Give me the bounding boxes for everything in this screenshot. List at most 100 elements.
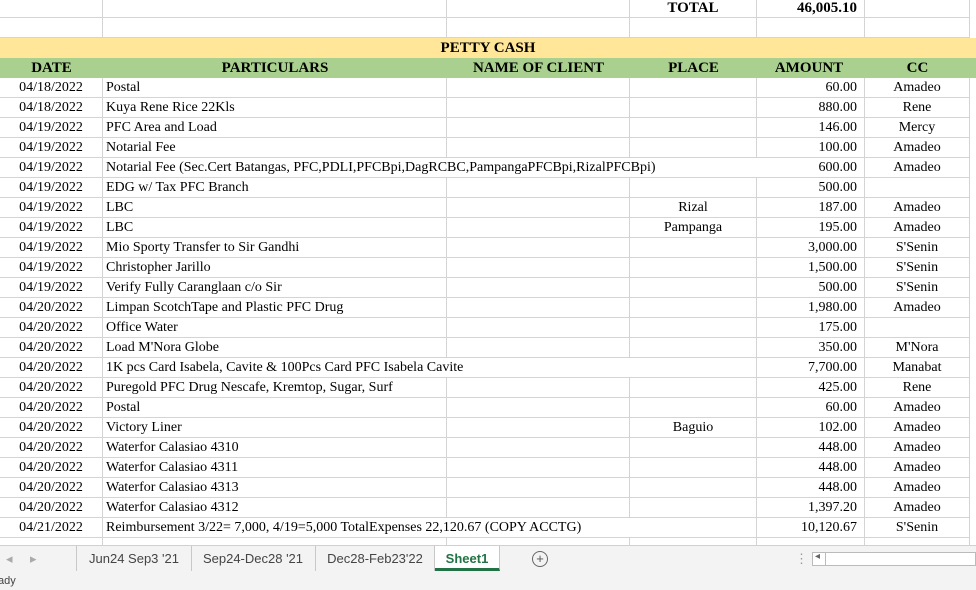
- cell-date[interactable]: 04/20/2022: [0, 458, 103, 478]
- cell-name-of-client[interactable]: [447, 258, 630, 278]
- cell-cc[interactable]: Mercy: [865, 118, 970, 138]
- cell-cc[interactable]: Rene: [865, 378, 970, 398]
- cell-cc[interactable]: [865, 318, 970, 338]
- petty-cash-title[interactable]: PETTY CASH: [0, 38, 976, 58]
- cell-place[interactable]: [630, 78, 757, 98]
- cell-amount[interactable]: 7,700.00: [757, 358, 865, 378]
- cell-name-of-client[interactable]: [447, 118, 630, 138]
- cell-place[interactable]: [630, 118, 757, 138]
- cell-particulars[interactable]: Notarial Fee: [103, 138, 447, 158]
- cell-cc[interactable]: S'Senin: [865, 258, 970, 278]
- cell-place[interactable]: [630, 518, 757, 538]
- cell-name-of-client[interactable]: [447, 338, 630, 358]
- cell-particulars[interactable]: Notarial Fee (Sec.Cert Batangas, PFC,PDL…: [103, 158, 656, 178]
- cell-place[interactable]: [630, 258, 757, 278]
- cell-name-of-client[interactable]: [447, 298, 630, 318]
- cell-name-of-client[interactable]: [447, 398, 630, 418]
- cell-particulars[interactable]: Postal: [103, 398, 447, 418]
- cell-date[interactable]: 04/20/2022: [0, 478, 103, 498]
- cell-place[interactable]: [630, 278, 757, 298]
- cell-date[interactable]: 04/20/2022: [0, 298, 103, 318]
- cell-particulars[interactable]: Mio Sporty Transfer to Sir Gandhi: [103, 238, 447, 258]
- cell[interactable]: [865, 18, 970, 38]
- tab-dec28-feb23[interactable]: Dec28-Feb23'22: [316, 546, 435, 571]
- cell-place[interactable]: [630, 158, 757, 178]
- cell-date[interactable]: 04/19/2022: [0, 138, 103, 158]
- cell-cc[interactable]: S'Senin: [865, 278, 970, 298]
- cell-amount[interactable]: 102.00: [757, 418, 865, 438]
- cell-amount[interactable]: 3,000.00: [757, 238, 865, 258]
- tab-sheet1[interactable]: Sheet1: [435, 546, 500, 571]
- cell-cc[interactable]: Amadeo: [865, 138, 970, 158]
- column-header-name-of-client[interactable]: NAME OF CLIENT: [447, 58, 630, 78]
- cell-amount[interactable]: 146.00: [757, 118, 865, 138]
- cell-particulars[interactable]: LBC: [103, 198, 447, 218]
- cell-date[interactable]: 04/20/2022: [0, 338, 103, 358]
- cell-particulars[interactable]: Waterfor Calasiao 4311: [103, 458, 447, 478]
- column-header-place[interactable]: PLACE: [630, 58, 757, 78]
- cell[interactable]: [447, 18, 630, 38]
- cell-cc[interactable]: Amadeo: [865, 198, 970, 218]
- horizontal-scrollbar[interactable]: ◂: [812, 551, 976, 566]
- cell-cc[interactable]: S'Senin: [865, 238, 970, 258]
- cell-date[interactable]: 04/20/2022: [0, 378, 103, 398]
- cell-name-of-client[interactable]: [447, 478, 630, 498]
- cell-amount[interactable]: 448.00: [757, 478, 865, 498]
- cell[interactable]: [0, 0, 103, 18]
- cell-cc[interactable]: Amadeo: [865, 438, 970, 458]
- cell[interactable]: [757, 18, 865, 38]
- cell-name-of-client[interactable]: [447, 158, 630, 178]
- cell-name-of-client[interactable]: [447, 198, 630, 218]
- cell[interactable]: [103, 538, 447, 545]
- cell-place[interactable]: [630, 318, 757, 338]
- splitter-handle[interactable]: ⋮: [795, 546, 808, 571]
- cell-cc[interactable]: [865, 178, 970, 198]
- cell-name-of-client[interactable]: [447, 238, 630, 258]
- cell-place[interactable]: [630, 138, 757, 158]
- cell-particulars[interactable]: Waterfor Calasiao 4310: [103, 438, 447, 458]
- cell-amount[interactable]: 350.00: [757, 338, 865, 358]
- cell-date[interactable]: 04/20/2022: [0, 318, 103, 338]
- cell-date[interactable]: 04/18/2022: [0, 78, 103, 98]
- cell-date[interactable]: 04/19/2022: [0, 218, 103, 238]
- cell-date[interactable]: 04/19/2022: [0, 278, 103, 298]
- cell-place[interactable]: [630, 438, 757, 458]
- cell-amount[interactable]: 187.00: [757, 198, 865, 218]
- cell-name-of-client[interactable]: [447, 218, 630, 238]
- cell-date[interactable]: 04/21/2022: [0, 518, 103, 538]
- cell-date[interactable]: 04/20/2022: [0, 398, 103, 418]
- cell-amount[interactable]: 60.00: [757, 78, 865, 98]
- cell-amount[interactable]: 600.00: [757, 158, 865, 178]
- cell-cc[interactable]: Amadeo: [865, 298, 970, 318]
- cell-particulars[interactable]: Kuya Rene Rice 22Kls: [103, 98, 447, 118]
- cell-cc[interactable]: M'Nora: [865, 338, 970, 358]
- cell[interactable]: [865, 538, 970, 545]
- cell-place[interactable]: [630, 498, 757, 518]
- cell-date[interactable]: 04/19/2022: [0, 178, 103, 198]
- cell-amount[interactable]: 880.00: [757, 98, 865, 118]
- cell-amount[interactable]: 1,980.00: [757, 298, 865, 318]
- cell-cc[interactable]: Amadeo: [865, 478, 970, 498]
- cell-amount[interactable]: 500.00: [757, 278, 865, 298]
- cell-date[interactable]: 04/20/2022: [0, 438, 103, 458]
- cell-name-of-client[interactable]: [447, 518, 630, 538]
- cell-place[interactable]: [630, 398, 757, 418]
- cell-place[interactable]: Baguio: [630, 418, 757, 438]
- cell-place[interactable]: [630, 378, 757, 398]
- cell-place[interactable]: [630, 478, 757, 498]
- cell-date[interactable]: 04/19/2022: [0, 238, 103, 258]
- column-header-date[interactable]: DATE: [0, 58, 103, 78]
- cell-place[interactable]: [630, 178, 757, 198]
- cell-date[interactable]: 04/19/2022: [0, 198, 103, 218]
- add-sheet-icon[interactable]: +: [532, 551, 548, 567]
- cell-name-of-client[interactable]: [447, 498, 630, 518]
- cell-name-of-client[interactable]: [447, 438, 630, 458]
- cell-amount[interactable]: 1,397.20: [757, 498, 865, 518]
- cell-date[interactable]: 04/20/2022: [0, 358, 103, 378]
- cell-particulars[interactable]: Postal: [103, 78, 447, 98]
- column-header-amount[interactable]: AMOUNT: [757, 58, 865, 78]
- cell-amount[interactable]: 195.00: [757, 218, 865, 238]
- cell-name-of-client[interactable]: [447, 358, 630, 378]
- cell-cc[interactable]: Rene: [865, 98, 970, 118]
- cell-date[interactable]: 04/20/2022: [0, 418, 103, 438]
